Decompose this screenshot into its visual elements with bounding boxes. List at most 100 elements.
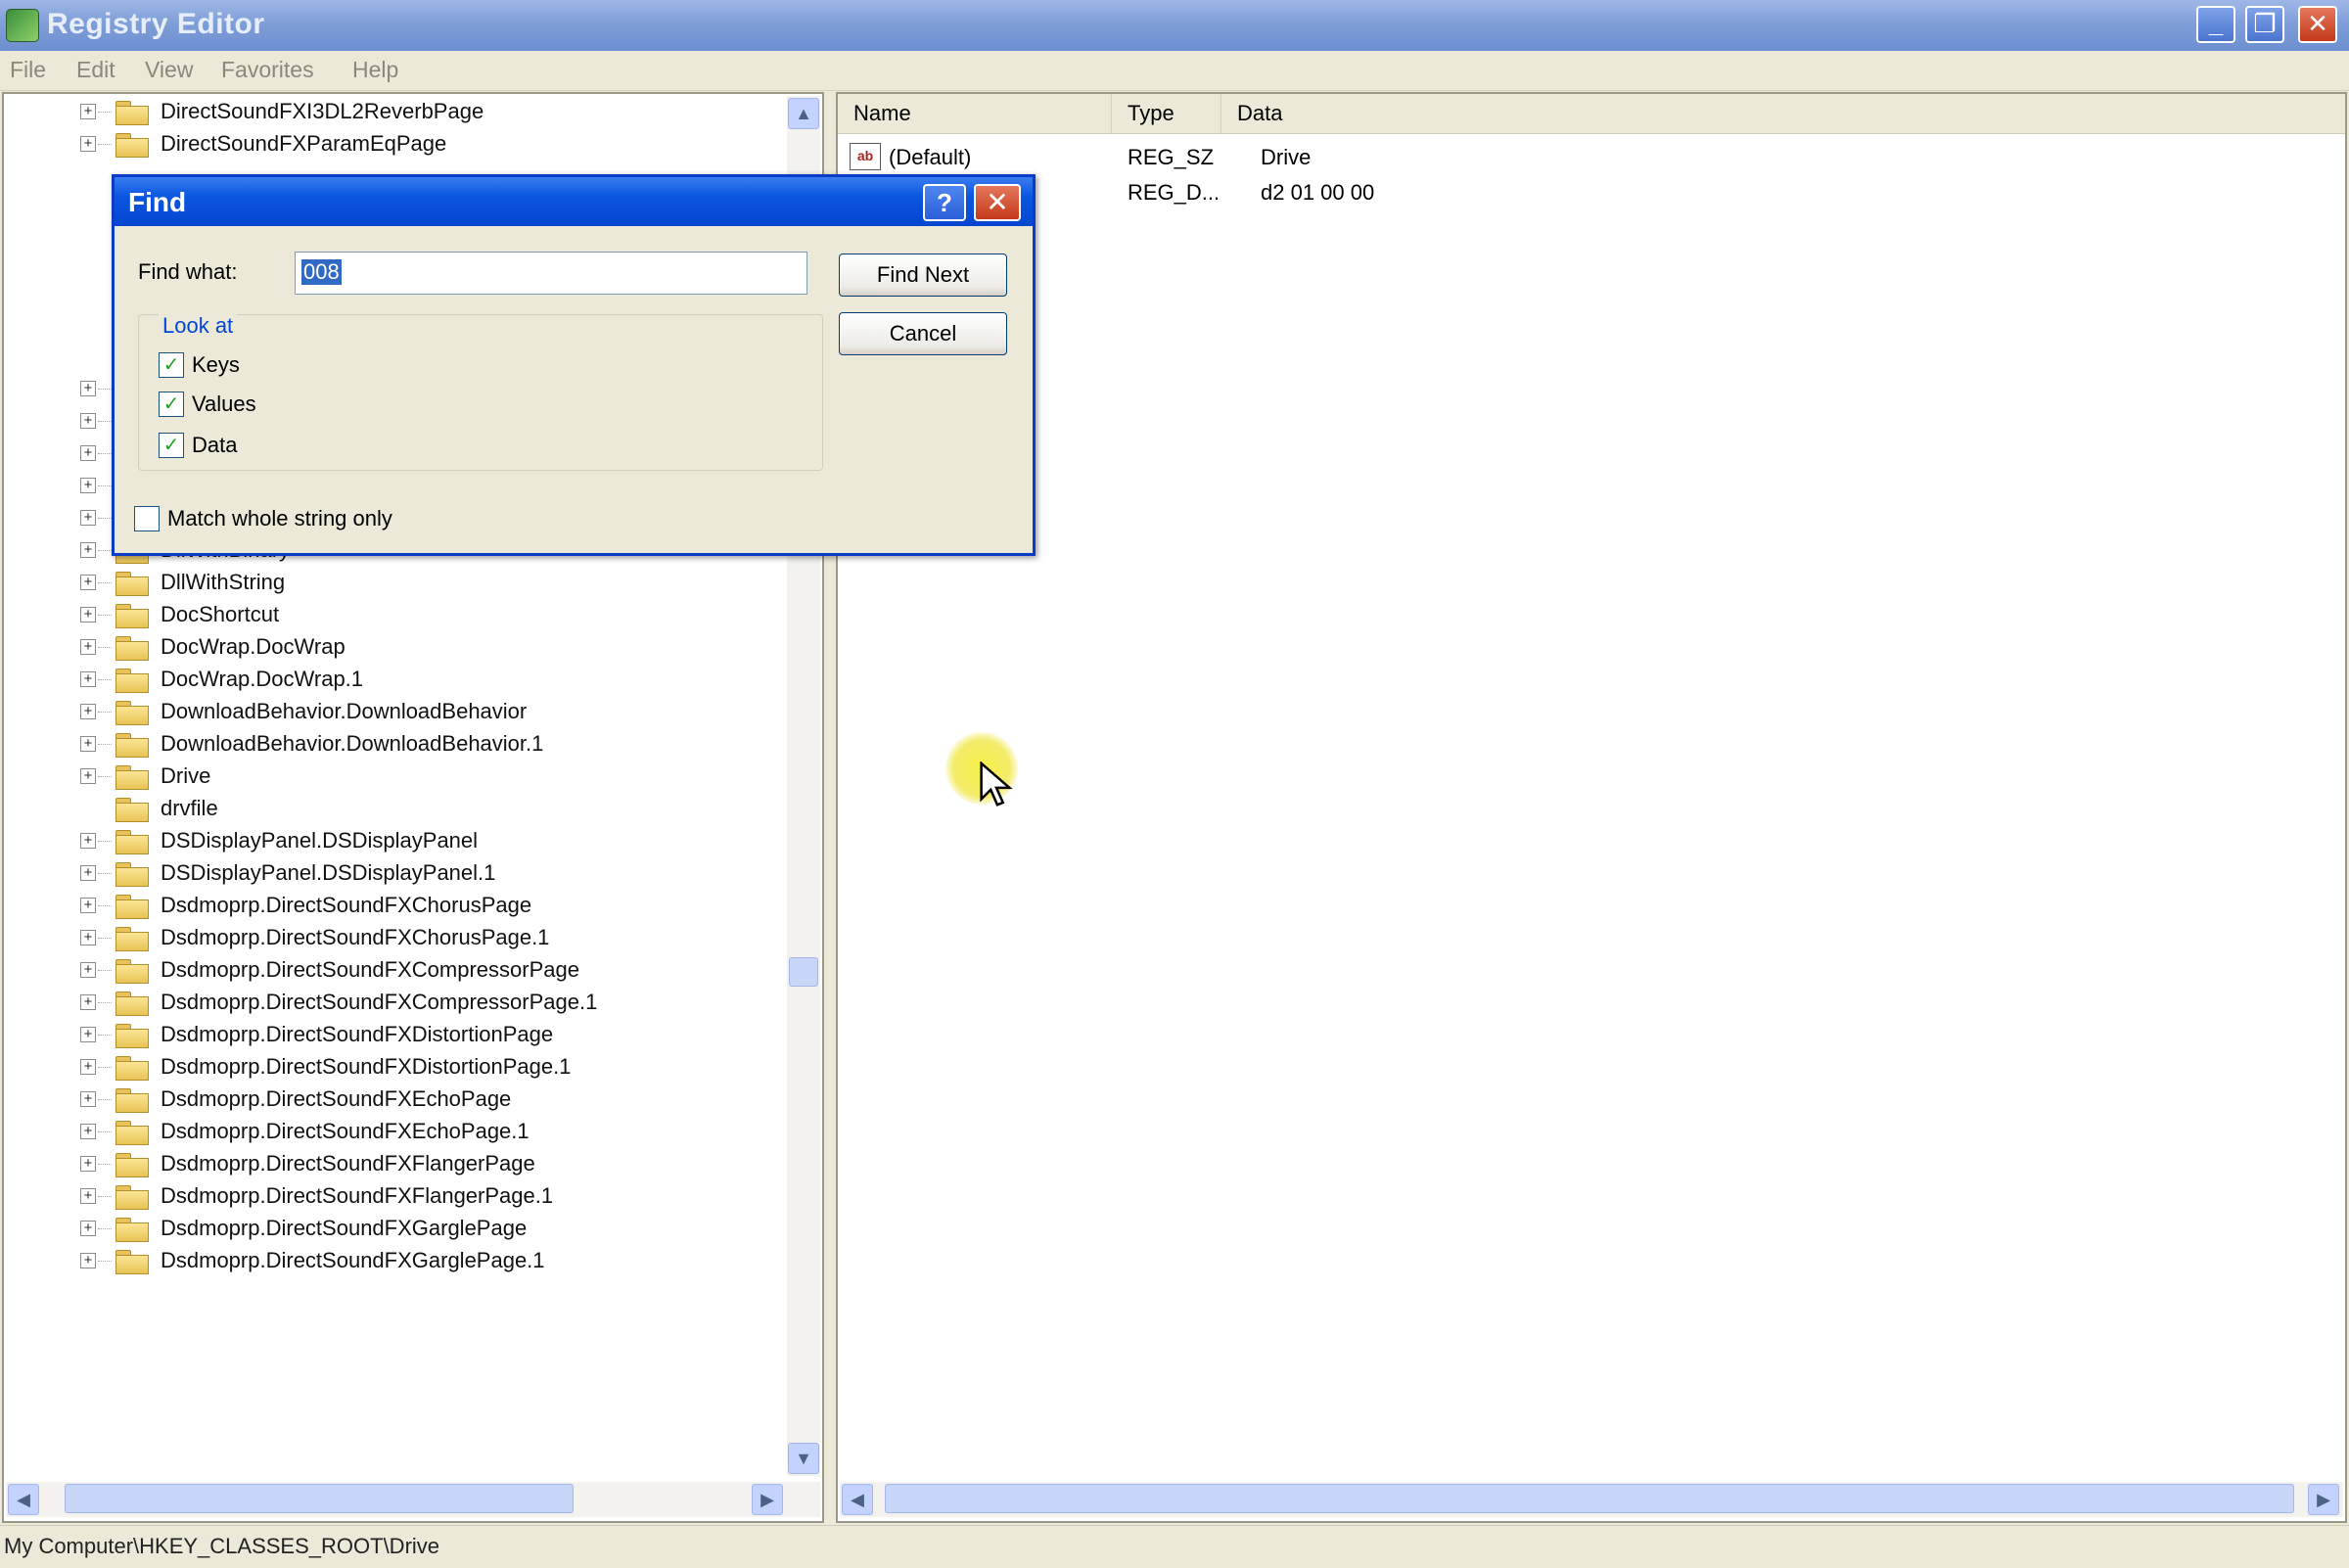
tree-connector xyxy=(98,970,112,971)
expand-icon[interactable]: + xyxy=(80,1253,96,1268)
find-what-input[interactable]: 008 xyxy=(295,252,807,295)
cancel-button[interactable]: Cancel xyxy=(839,312,1007,355)
expand-icon[interactable]: + xyxy=(80,607,96,623)
tree-item[interactable]: + DownloadBehavior.DownloadBehavior.1 xyxy=(4,728,787,761)
tree-item[interactable]: + DocWrap.DocWrap.1 xyxy=(4,664,787,696)
expand-icon[interactable]: + xyxy=(80,136,96,152)
tree-item[interactable]: + Dsdmoprp.DirectSoundFXEchoPage.1 xyxy=(4,1116,787,1148)
expand-icon[interactable]: + xyxy=(80,865,96,881)
value-name: (Default) xyxy=(889,145,972,169)
expand-icon[interactable]: + xyxy=(80,671,96,687)
tree-item[interactable]: + Dsdmoprp.DirectSoundFXDistortionPage.1 xyxy=(4,1051,787,1084)
menu-help[interactable]: Help xyxy=(352,57,398,83)
expand-icon[interactable]: + xyxy=(80,1221,96,1236)
expand-icon[interactable]: + xyxy=(80,1124,96,1139)
find-dialog-titlebar[interactable]: Find ? ✕ xyxy=(115,177,1033,226)
list-hscroll-thumb[interactable] xyxy=(885,1484,2294,1513)
tree-item[interactable]: + Dsdmoprp.DirectSoundFXFlangerPage.1 xyxy=(4,1180,787,1213)
match-whole-checkbox[interactable] xyxy=(134,506,160,531)
tree-item[interactable]: + Dsdmoprp.DirectSoundFXCompressorPage xyxy=(4,954,787,987)
close-button[interactable]: ✕ xyxy=(2298,6,2337,43)
tree-connector xyxy=(98,1099,112,1100)
tree-connector xyxy=(98,712,112,713)
menu-view[interactable]: View xyxy=(145,57,193,83)
tree-item[interactable]: + Dsdmoprp.DirectSoundFXGarglePage xyxy=(4,1213,787,1245)
tree-item[interactable]: + DirectSoundFXParamEqPage xyxy=(4,128,787,161)
data-label: Data xyxy=(192,433,238,457)
maximize-button[interactable]: ❐ xyxy=(2245,6,2284,43)
expand-icon[interactable]: + xyxy=(80,575,96,590)
tree-item[interactable]: + DownloadBehavior.DownloadBehavior xyxy=(4,696,787,728)
keys-checkbox[interactable]: ✓ xyxy=(159,352,184,378)
list-horizontal-scrollbar[interactable]: ◀ ▶ xyxy=(840,1482,2343,1517)
expand-icon[interactable]: + xyxy=(80,445,96,461)
window-titlebar[interactable]: Registry Editor _ ❐ ✕ xyxy=(0,0,2349,51)
scroll-up-icon[interactable]: ▲ xyxy=(788,98,819,129)
tree-item[interactable]: drvfile xyxy=(4,793,787,825)
expand-icon[interactable]: + xyxy=(80,1027,96,1042)
tree-item[interactable]: + DirectSoundFXI3DL2ReverbPage xyxy=(4,96,787,128)
tree-item[interactable]: + Dsdmoprp.DirectSoundFXDistortionPage xyxy=(4,1019,787,1051)
expand-icon[interactable]: + xyxy=(80,639,96,655)
tree-connector xyxy=(98,938,112,939)
tree-item[interactable]: + DSDisplayPanel.DSDisplayPanel xyxy=(4,825,787,857)
tree-hscroll-thumb[interactable] xyxy=(65,1484,574,1513)
values-checkbox[interactable]: ✓ xyxy=(159,392,184,417)
column-type[interactable]: Type xyxy=(1112,94,1221,133)
expand-icon[interactable]: + xyxy=(80,381,96,396)
tree-item[interactable]: + Dsdmoprp.DirectSoundFXChorusPage xyxy=(4,890,787,922)
expand-icon[interactable]: + xyxy=(80,1156,96,1172)
menu-favorites[interactable]: Favorites xyxy=(221,57,314,83)
tree-item-label: DocShortcut xyxy=(161,602,280,626)
tree-item[interactable]: + Dsdmoprp.DirectSoundFXEchoPage xyxy=(4,1084,787,1116)
expand-icon[interactable]: + xyxy=(80,104,96,119)
expand-icon[interactable]: + xyxy=(80,833,96,849)
dialog-close-button[interactable]: ✕ xyxy=(974,184,1021,221)
expand-icon[interactable]: + xyxy=(80,962,96,978)
expand-icon[interactable]: + xyxy=(80,898,96,913)
tree-horizontal-scrollbar[interactable]: ◀ ▶ xyxy=(6,1482,820,1517)
expand-icon[interactable]: + xyxy=(80,1091,96,1107)
data-checkbox[interactable]: ✓ xyxy=(159,433,184,458)
help-button[interactable]: ? xyxy=(923,184,966,221)
value-row[interactable]: REG_D... d2 01 00 00 xyxy=(838,174,2306,209)
find-dialog[interactable]: Find ? ✕ Find what: 008 Find Next Cancel… xyxy=(112,174,1036,556)
scroll-down-icon[interactable]: ▼ xyxy=(788,1443,819,1474)
expand-icon[interactable]: + xyxy=(80,704,96,719)
value-row[interactable]: ab (Default) REG_SZ Drive xyxy=(838,139,2306,174)
tree-item[interactable]: + DocShortcut xyxy=(4,599,787,631)
tree-item[interactable]: + DllWithString xyxy=(4,567,787,599)
expand-icon[interactable]: + xyxy=(80,736,96,752)
expand-icon[interactable]: + xyxy=(80,1188,96,1204)
registry-values-list[interactable]: Name Type Data ab (Default) REG_SZ Drive… xyxy=(836,92,2347,1523)
scroll-right-icon[interactable]: ▶ xyxy=(752,1484,783,1515)
menu-edit[interactable]: Edit xyxy=(76,57,115,83)
tree-item[interactable]: + Dsdmoprp.DirectSoundFXFlangerPage xyxy=(4,1148,787,1180)
expand-icon[interactable]: + xyxy=(80,413,96,429)
expand-icon[interactable]: + xyxy=(80,768,96,784)
tree-item[interactable]: + Dsdmoprp.DirectSoundFXCompressorPage.1 xyxy=(4,987,787,1019)
tree-scroll-thumb[interactable] xyxy=(789,957,818,987)
column-name[interactable]: Name xyxy=(838,94,1112,133)
tree-item[interactable]: + Drive xyxy=(4,761,787,793)
expand-icon[interactable]: + xyxy=(80,478,96,493)
expand-icon[interactable]: + xyxy=(80,542,96,558)
column-data[interactable]: Data xyxy=(1221,94,1613,133)
minimize-button[interactable]: _ xyxy=(2196,6,2235,43)
expand-icon[interactable]: + xyxy=(80,930,96,945)
tree-item-label: Dsdmoprp.DirectSoundFXChorusPage xyxy=(161,893,532,917)
tree-item[interactable]: + DocWrap.DocWrap xyxy=(4,631,787,664)
expand-icon[interactable]: + xyxy=(80,510,96,526)
tree-connector xyxy=(98,453,112,454)
expand-icon[interactable]: + xyxy=(80,994,96,1010)
scroll-left-icon[interactable]: ◀ xyxy=(8,1484,39,1515)
tree-item[interactable]: + DSDisplayPanel.DSDisplayPanel.1 xyxy=(4,857,787,890)
scroll-left-icon[interactable]: ◀ xyxy=(842,1484,873,1515)
tree-item[interactable]: + Dsdmoprp.DirectSoundFXChorusPage.1 xyxy=(4,922,787,954)
tree-item[interactable]: + Dsdmoprp.DirectSoundFXGarglePage.1 xyxy=(4,1245,787,1277)
menu-file[interactable]: File xyxy=(10,57,46,83)
expand-icon[interactable]: + xyxy=(80,1059,96,1075)
folder-icon xyxy=(115,862,149,887)
find-next-button[interactable]: Find Next xyxy=(839,254,1007,297)
scroll-right-icon[interactable]: ▶ xyxy=(2308,1484,2339,1515)
